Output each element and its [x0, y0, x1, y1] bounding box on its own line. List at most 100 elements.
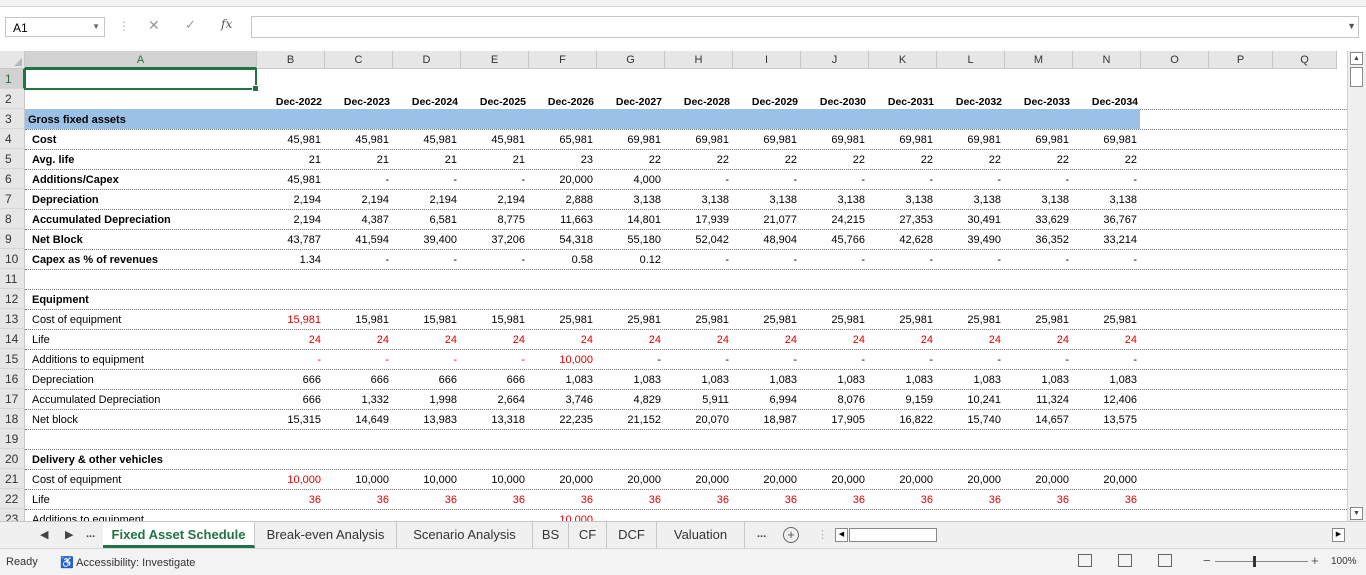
row-label[interactable]: Depreciation	[25, 369, 257, 389]
table-cell[interactable]: 14,657	[1005, 409, 1073, 429]
table-cell[interactable]: 22	[1073, 149, 1141, 169]
table-cell[interactable]: 20,000	[597, 469, 665, 489]
spreadsheet-grid[interactable]: ABCDEFGHIJKLMNOPQ 1 2 3 4 5 6 7 8 9 10 11 12 13 14 15 1…	[0, 51, 1347, 521]
table-cell[interactable]: 65,981	[529, 129, 597, 149]
table-cell[interactable]: 0.12	[597, 249, 665, 269]
table-cell[interactable]: 1,083	[1005, 369, 1073, 389]
table-cell[interactable]: 39,400	[393, 229, 461, 249]
period-header[interactable]: Dec-2033	[1005, 89, 1073, 109]
table-cell[interactable]: 15,315	[257, 409, 325, 429]
table-cell[interactable]: 10,000	[529, 349, 597, 369]
table-cell[interactable]: -	[1073, 249, 1141, 269]
table-cell[interactable]: 36	[665, 489, 733, 509]
table-cell[interactable]: 25,981	[597, 309, 665, 329]
table-cell[interactable]: 22	[869, 149, 937, 169]
table-cell[interactable]: 69,981	[733, 129, 801, 149]
column-header-d[interactable]: D	[393, 51, 461, 69]
table-cell[interactable]: 24	[1073, 329, 1141, 349]
row-label[interactable]: Additions to equipment	[25, 349, 257, 369]
table-cell[interactable]: -	[461, 169, 529, 189]
table-cell[interactable]: 3,138	[733, 189, 801, 209]
table-cell[interactable]: 36,767	[1073, 209, 1141, 229]
table-cell[interactable]: 13,575	[1073, 409, 1141, 429]
scroll-up-icon[interactable]: ▲	[1350, 52, 1363, 65]
column-header-p[interactable]: P	[1209, 51, 1273, 69]
row-label[interactable]: Equipment	[25, 289, 257, 309]
select-all-corner[interactable]	[0, 51, 25, 69]
table-cell[interactable]: 36	[257, 489, 325, 509]
table-cell[interactable]: -	[801, 349, 869, 369]
table-cell[interactable]: 20,000	[1005, 469, 1073, 489]
table-cell[interactable]: -	[801, 249, 869, 269]
tabs-splitter-icon[interactable]: ⋮	[817, 528, 828, 541]
zoom-out-icon[interactable]: −	[1203, 553, 1211, 568]
table-cell[interactable]: 1.34	[257, 249, 325, 269]
table-cell[interactable]: 22	[597, 149, 665, 169]
table-cell[interactable]: 45,981	[325, 129, 393, 149]
table-cell[interactable]: 24	[597, 329, 665, 349]
period-header[interactable]: Dec-2028	[665, 89, 733, 109]
table-cell[interactable]: 3,746	[529, 389, 597, 409]
zoom-level[interactable]: 100%	[1331, 556, 1357, 567]
column-header-c[interactable]: C	[325, 51, 393, 69]
table-cell[interactable]: 52,042	[665, 229, 733, 249]
table-cell[interactable]: 8,076	[801, 389, 869, 409]
table-cell[interactable]: 69,981	[1073, 129, 1141, 149]
column-header-b[interactable]: B	[257, 51, 325, 69]
table-cell[interactable]: -	[733, 349, 801, 369]
table-cell[interactable]: 42,628	[869, 229, 937, 249]
table-cell[interactable]: -	[257, 349, 325, 369]
table-cell[interactable]: 21,077	[733, 209, 801, 229]
table-cell[interactable]: -	[937, 249, 1005, 269]
row-label[interactable]: Additions/Capex	[25, 169, 257, 189]
row-header-8[interactable]: 8	[0, 209, 25, 229]
table-cell[interactable]: -	[1073, 169, 1141, 189]
table-cell[interactable]: -	[869, 169, 937, 189]
row-header-6[interactable]: 6	[0, 169, 25, 189]
table-cell[interactable]: -	[1005, 169, 1073, 189]
name-box[interactable]: A1 ▼	[5, 17, 105, 37]
period-header[interactable]: Dec-2030	[801, 89, 869, 109]
column-header-e[interactable]: E	[461, 51, 529, 69]
table-cell[interactable]: 8,775	[461, 209, 529, 229]
more-sheets-left[interactable]: ...	[86, 528, 95, 540]
row-label[interactable]: Cost	[25, 129, 257, 149]
table-cell[interactable]: 10,000	[393, 469, 461, 489]
scroll-left-icon[interactable]: ◀	[835, 528, 848, 542]
table-cell[interactable]: 1,083	[733, 369, 801, 389]
table-cell[interactable]: 3,138	[937, 189, 1005, 209]
table-cell[interactable]: -	[937, 169, 1005, 189]
row-label[interactable]: Depreciation	[25, 189, 257, 209]
table-cell[interactable]: 20,000	[869, 469, 937, 489]
page-break-preview-icon[interactable]	[1158, 554, 1172, 567]
period-header[interactable]: Dec-2022	[257, 89, 325, 109]
row-header-20[interactable]: 20	[0, 449, 25, 469]
table-cell[interactable]: 20,000	[801, 469, 869, 489]
table-cell[interactable]: 55,180	[597, 229, 665, 249]
table-cell[interactable]: 1,083	[937, 369, 1005, 389]
table-cell[interactable]: 15,981	[461, 309, 529, 329]
column-header-f[interactable]: F	[529, 51, 597, 69]
table-cell[interactable]: 36	[937, 489, 1005, 509]
row-header-1[interactable]: 1	[0, 69, 25, 89]
table-cell[interactable]: 1,332	[325, 389, 393, 409]
table-cell[interactable]: 25,981	[801, 309, 869, 329]
table-cell[interactable]: 25,981	[869, 309, 937, 329]
table-cell[interactable]: 36	[597, 489, 665, 509]
table-cell[interactable]: 25,981	[1005, 309, 1073, 329]
table-cell[interactable]: 666	[461, 369, 529, 389]
row-header-16[interactable]: 16	[0, 369, 25, 389]
table-cell[interactable]: 16,822	[869, 409, 937, 429]
table-cell[interactable]: 4,387	[325, 209, 393, 229]
row-label[interactable]: Net block	[25, 409, 257, 429]
table-cell[interactable]: 3,138	[801, 189, 869, 209]
table-cell[interactable]: 1,083	[665, 369, 733, 389]
tab-dcf[interactable]: DCF	[607, 522, 657, 548]
table-cell[interactable]: 14,649	[325, 409, 393, 429]
table-cell[interactable]: 23	[529, 149, 597, 169]
table-cell[interactable]	[461, 509, 529, 521]
table-cell[interactable]: 20,070	[665, 409, 733, 429]
table-cell[interactable]: 27,353	[869, 209, 937, 229]
table-cell[interactable]: 36	[393, 489, 461, 509]
table-cell[interactable]: -	[801, 169, 869, 189]
